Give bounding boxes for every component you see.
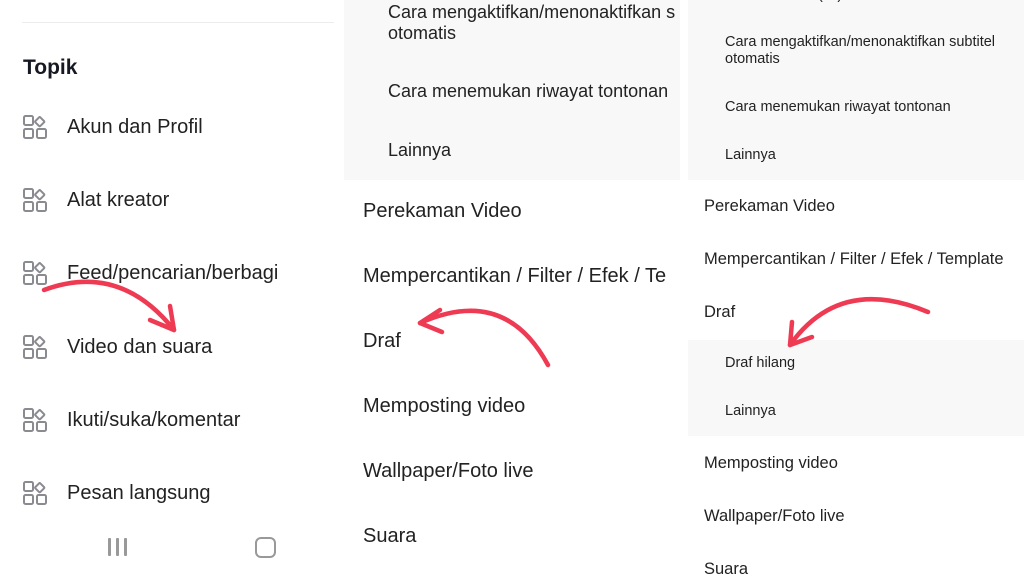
sub-item-line: otomatis <box>388 23 457 43</box>
section-memposting-video[interactable]: Memposting video <box>363 395 525 418</box>
video-sound-panel: Cara mengaktifkan/menonaktifkan s otomat… <box>344 0 680 576</box>
section-suara[interactable]: Suara <box>704 560 748 576</box>
section-mempercantikan[interactable]: Mempercantikan / Filter / Efek / Templat… <box>704 250 1004 269</box>
sub-item-watch-history[interactable]: Cara menemukan riwayat tontonan <box>388 81 668 102</box>
topic-label: Feed/pencarian/berbagi <box>67 261 279 284</box>
sub-item-line: Cara mengaktifkan/menonaktifkan subtitel <box>725 34 996 50</box>
section-perekaman-video[interactable]: Perekaman Video <box>363 200 522 223</box>
topic-item-pesan-langsung[interactable]: Pesan langsung <box>22 478 210 508</box>
category-grid-icon <box>23 481 47 505</box>
home-icon[interactable] <box>255 537 276 558</box>
category-grid-icon <box>23 335 47 359</box>
category-grid-icon <box>23 261 47 285</box>
section-heading: Topik <box>23 56 78 79</box>
section-suara[interactable]: Suara <box>363 525 416 548</box>
topic-item-feed-pencarian-berbagi[interactable]: Feed/pencarian/berbagi <box>22 258 278 288</box>
section-perekaman-video[interactable]: Perekaman Video <box>704 197 835 216</box>
topic-label: Alat kreator <box>67 188 170 211</box>
topic-label: Video dan suara <box>67 335 213 358</box>
category-grid-icon <box>23 115 47 139</box>
section-memposting-video[interactable]: Memposting video <box>704 454 838 473</box>
section-wallpaper-foto-live[interactable]: Wallpaper/Foto live <box>363 460 533 483</box>
sub-item-lainnya[interactable]: Lainnya <box>725 147 776 163</box>
topic-item-video-dan-suara[interactable]: Video dan suara <box>22 332 212 362</box>
section-draf[interactable]: Draf <box>363 330 401 353</box>
category-grid-icon <box>23 188 47 212</box>
sub-item-line: Cara mengaktifkan/menonaktifkan s <box>388 2 676 22</box>
sub-item-auto-subtitles[interactable]: Cara mengaktifkan/menonaktifkan s otomat… <box>388 2 675 44</box>
partial-item: (…) <box>818 0 842 3</box>
topic-item-alat-kreator[interactable]: Alat kreator <box>22 185 169 215</box>
sub-item-lainnya[interactable]: Lainnya <box>725 403 776 419</box>
sub-item-line: otomatis <box>725 51 780 67</box>
topic-label: Pesan langsung <box>67 481 211 504</box>
topic-item-akun-dan-profil[interactable]: Akun dan Profil <box>22 112 203 142</box>
sub-item-auto-subtitles[interactable]: Cara mengaktifkan/menonaktifkan subtitel… <box>725 34 995 68</box>
topics-panel: Topik Akun dan Profil Alat kreator Feed/… <box>0 0 344 576</box>
section-draf[interactable]: Draf <box>704 303 735 322</box>
topic-item-ikuti-suka-komentar[interactable]: Ikuti/suka/komentar <box>22 405 240 435</box>
divider <box>22 22 334 23</box>
topic-label: Akun dan Profil <box>67 115 203 138</box>
video-sound-expanded-panel: (…) Cara mengaktifkan/menonaktifkan subt… <box>688 0 1024 576</box>
sub-item-watch-history[interactable]: Cara menemukan riwayat tontonan <box>725 99 951 115</box>
recent-apps-icon[interactable] <box>108 536 130 558</box>
section-wallpaper-foto-live[interactable]: Wallpaper/Foto live <box>704 507 845 526</box>
topic-label: Ikuti/suka/komentar <box>67 408 241 431</box>
system-nav-bar <box>0 536 344 560</box>
section-mempercantikan[interactable]: Mempercantikan / Filter / Efek / Te <box>363 265 666 288</box>
sub-item-lainnya[interactable]: Lainnya <box>388 140 451 161</box>
category-grid-icon <box>23 408 47 432</box>
sub-item-draf-hilang[interactable]: Draf hilang <box>725 355 795 371</box>
